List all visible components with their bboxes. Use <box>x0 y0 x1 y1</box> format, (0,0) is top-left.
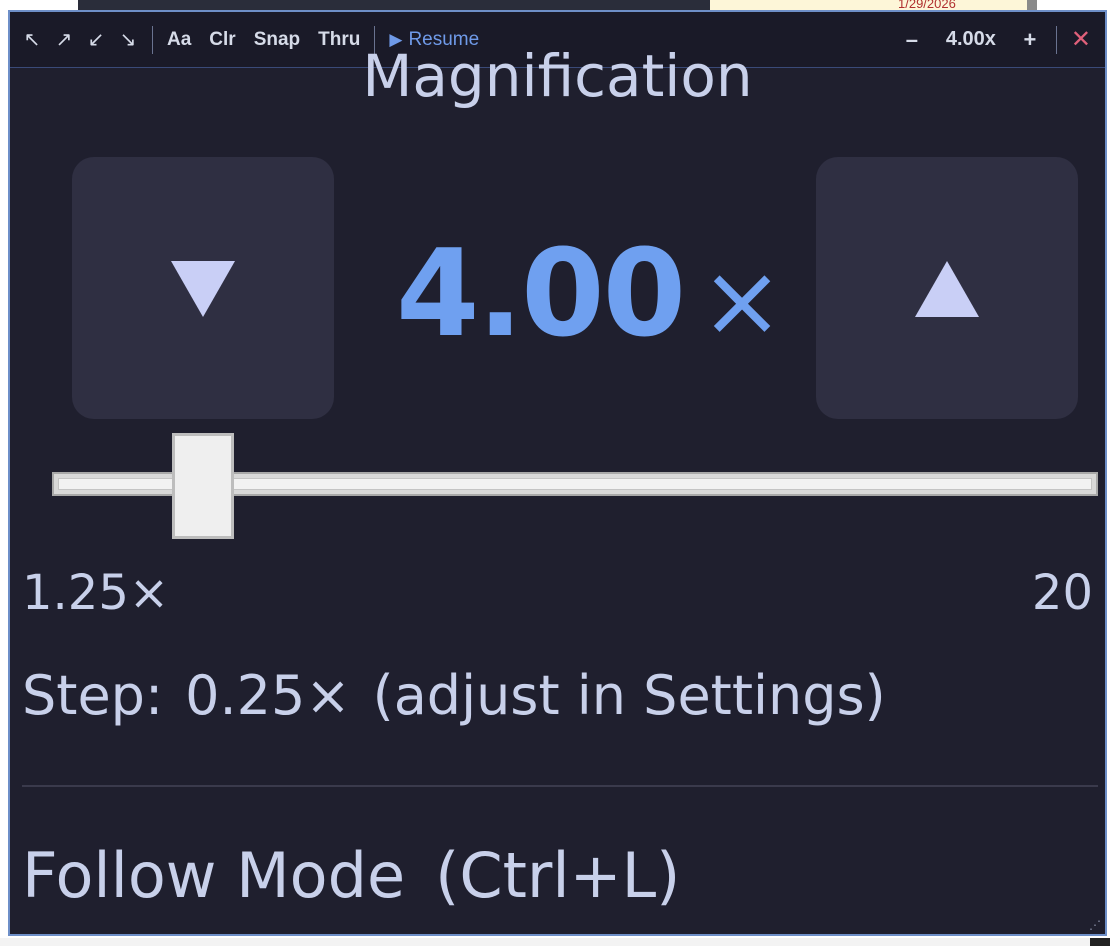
follow-mode-label: Follow Mode <box>22 839 406 912</box>
increase-magnification-button[interactable] <box>816 157 1078 419</box>
step-label: Step: <box>22 664 164 727</box>
step-info: Step: 0.25× (adjust in Settings) <box>22 664 908 727</box>
triangle-up-icon <box>915 261 979 317</box>
magnification-value: 4.00 × <box>396 235 784 361</box>
background-bottom-corner <box>1090 938 1110 946</box>
magnifier-window: ↖ ↗ ↙ ↘ Aa Clr Snap Thru ▶ Resume – 4.00… <box>8 10 1107 936</box>
step-hint: (adjust in Settings) <box>372 664 886 727</box>
resize-grip-icon[interactable]: ⋰ <box>1089 918 1103 932</box>
decrease-magnification-button[interactable] <box>72 157 334 419</box>
triangle-down-icon <box>171 261 235 317</box>
step-value: 0.25× <box>185 664 351 727</box>
background-bottom-strip <box>0 938 1110 946</box>
slider-min-label: 1.25× <box>22 565 170 621</box>
magnification-number: 4.00 <box>396 225 686 364</box>
slider-max-label: 20 <box>1031 565 1093 621</box>
magnification-panel: 4.00 × 1.25× 20 Step: 0.25× (adjust in Sett… <box>10 69 1105 934</box>
follow-mode-toggle[interactable]: Follow Mode (Ctrl+L) <box>22 839 710 912</box>
follow-mode-shortcut: (Ctrl+L) <box>435 839 681 912</box>
magnification-unit: × <box>700 242 784 359</box>
magnification-slider-thumb[interactable] <box>172 433 234 539</box>
section-divider <box>22 785 1098 787</box>
